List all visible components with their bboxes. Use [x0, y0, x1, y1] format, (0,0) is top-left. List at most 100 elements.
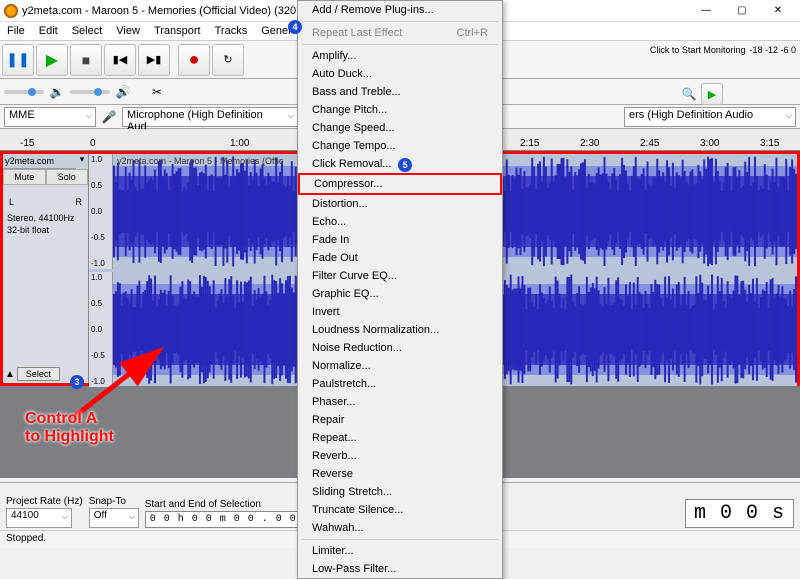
stop-icon: ■	[82, 52, 90, 68]
ruler-tick: 2:15	[520, 138, 539, 149]
mute-button[interactable]: Mute	[3, 169, 46, 185]
close-button[interactable]: ✕	[760, 0, 796, 22]
ruler-tick: 3:00	[700, 138, 719, 149]
menu-item-filter-curve-eq[interactable]: Filter Curve EQ...	[298, 267, 502, 285]
mini-play-icon: ▶	[708, 88, 716, 101]
menu-item-normalize[interactable]: Normalize...	[298, 357, 502, 375]
menu-transport[interactable]: Transport	[147, 23, 208, 39]
record-vol-slider[interactable]	[70, 90, 110, 94]
skip-end-button[interactable]: ▶▮	[138, 44, 170, 76]
ruler-tick: 2:30	[580, 138, 599, 149]
record-device-dropdown[interactable]: Microphone (High Definition Aud	[122, 107, 298, 127]
amplitude-scale-left-top: 1.00.50.0-0.5-1.0	[89, 154, 113, 269]
track-name[interactable]: y2meta.com	[3, 154, 76, 169]
menu-separator	[302, 21, 498, 22]
menu-separator	[302, 539, 498, 540]
menu-item-sliding-stretch[interactable]: Sliding Stretch...	[298, 483, 502, 501]
playback-vol-slider[interactable]	[4, 90, 44, 94]
annotation-badge-5: 5	[398, 158, 412, 172]
menu-item-amplify[interactable]: Amplify...	[298, 47, 502, 65]
menu-item-limiter[interactable]: Limiter...	[298, 542, 502, 560]
play-icon: ▶	[46, 50, 58, 70]
menu-item-low-pass-filter[interactable]: Low-Pass Filter...	[298, 560, 502, 578]
annotation-hint: Control A to Highlight	[25, 410, 114, 445]
clip-title: y2meta.com - Maroon 5 - Memories (Offic	[117, 156, 283, 166]
loop-button[interactable]: ↻	[212, 44, 244, 76]
play-button[interactable]: ▶	[36, 44, 68, 76]
menu-item-fade-out[interactable]: Fade Out	[298, 249, 502, 267]
tool-toolbar: 🔍 ▶	[680, 83, 796, 105]
pause-icon: ❚❚	[6, 51, 29, 68]
menu-item-paulstretch[interactable]: Paulstretch...	[298, 375, 502, 393]
menu-tracks[interactable]: Tracks	[208, 23, 255, 39]
zoom-icon[interactable]: 🔍	[680, 87, 698, 101]
meter-toolbar: Click to Start Monitoring -18 -12 -6 0	[646, 41, 800, 59]
meter-ticks: -18 -12 -6 0	[749, 45, 796, 55]
menu-item-echo[interactable]: Echo...	[298, 213, 502, 231]
menu-item-compressor[interactable]: Compressor...	[298, 173, 502, 195]
menu-item-change-tempo[interactable]: Change Tempo...	[298, 137, 502, 155]
menu-item-truncate-silence[interactable]: Truncate Silence...	[298, 501, 502, 519]
maximize-button[interactable]: ▢	[724, 0, 760, 22]
app-icon	[4, 4, 18, 18]
menu-file[interactable]: File	[0, 23, 32, 39]
pause-button[interactable]: ❚❚	[2, 44, 34, 76]
speaker2-mini-icon: 🔊	[114, 85, 132, 99]
ruler-tick: 3:15	[760, 138, 779, 149]
project-rate-dropdown[interactable]: 44100	[6, 508, 72, 528]
menu-item-distortion[interactable]: Distortion...	[298, 195, 502, 213]
loop-icon: ↻	[223, 53, 232, 66]
ruler-tick: 2:45	[640, 138, 659, 149]
menu-edit[interactable]: Edit	[32, 23, 65, 39]
menu-item-noise-reduction[interactable]: Noise Reduction...	[298, 339, 502, 357]
playback-device-dropdown[interactable]: ers (High Definition Audio	[624, 107, 796, 127]
menu-view[interactable]: View	[109, 23, 147, 39]
menu-item-auto-duck[interactable]: Auto Duck...	[298, 65, 502, 83]
minimize-button[interactable]: —	[688, 0, 724, 22]
effect-menu-dropdown: Add / Remove Plug-ins... Repeat Last Eff…	[297, 0, 503, 579]
meter-click-label[interactable]: Click to Start Monitoring	[650, 45, 746, 55]
menu-item-add-remove-plugins[interactable]: Add / Remove Plug-ins...	[298, 1, 502, 19]
record-button[interactable]: ●	[178, 44, 210, 76]
menu-item-change-speed[interactable]: Change Speed...	[298, 119, 502, 137]
menu-item-wahwah[interactable]: Wahwah...	[298, 519, 502, 537]
menu-item-change-pitch[interactable]: Change Pitch...	[298, 101, 502, 119]
skip-start-button[interactable]: ▮◀	[104, 44, 136, 76]
menu-item-fade-in[interactable]: Fade In	[298, 231, 502, 249]
menu-item-repair[interactable]: Repair	[298, 411, 502, 429]
menu-item-reverb[interactable]: Reverb...	[298, 447, 502, 465]
audio-host-dropdown[interactable]: MME	[4, 107, 96, 127]
pan-slider[interactable]: L R	[3, 193, 88, 211]
menu-item-phaser[interactable]: Phaser...	[298, 393, 502, 411]
menu-item-repeat-last: Repeat Last EffectCtrl+R	[298, 24, 502, 42]
snap-to-dropdown[interactable]: Off	[89, 508, 139, 528]
snap-to-label: Snap-To	[89, 496, 139, 507]
menu-separator	[302, 44, 498, 45]
scissors-icon[interactable]: ✂	[148, 85, 166, 99]
solo-button[interactable]: Solo	[46, 169, 89, 185]
track-select-button[interactable]: Select	[17, 367, 60, 381]
hint-line1: Control A	[25, 410, 114, 428]
ruler-tick: 0	[90, 138, 96, 149]
pan-right-label: R	[76, 197, 83, 207]
collapse-arrow-icon[interactable]: ▲	[5, 369, 15, 380]
skip-start-icon: ▮◀	[113, 53, 128, 66]
track-depth-label: 32-bit float	[3, 225, 88, 235]
menu-select[interactable]: Select	[65, 23, 110, 39]
project-rate-label: Project Rate (Hz)	[6, 496, 83, 507]
pan-left-label: L	[9, 197, 14, 207]
track-format-label: Stereo, 44100Hz	[3, 211, 88, 225]
menu-item-reverse[interactable]: Reverse	[298, 465, 502, 483]
menu-item-loudness-normalization[interactable]: Loudness Normalization...	[298, 321, 502, 339]
mini-play-button[interactable]: ▶	[701, 83, 723, 105]
track-menu-arrow-icon[interactable]: ▾	[76, 154, 88, 169]
mic-icon: 🎤	[100, 110, 118, 124]
output-device-row: ers (High Definition Audio	[624, 107, 796, 127]
menu-item-graphic-eq[interactable]: Graphic EQ...	[298, 285, 502, 303]
skip-end-icon: ▶▮	[147, 53, 162, 66]
stop-button[interactable]: ■	[70, 44, 102, 76]
menu-item-invert[interactable]: Invert	[298, 303, 502, 321]
menu-item-bass-treble[interactable]: Bass and Treble...	[298, 83, 502, 101]
menu-item-repeat[interactable]: Repeat...	[298, 429, 502, 447]
annotation-badge-3: 3	[70, 375, 84, 389]
